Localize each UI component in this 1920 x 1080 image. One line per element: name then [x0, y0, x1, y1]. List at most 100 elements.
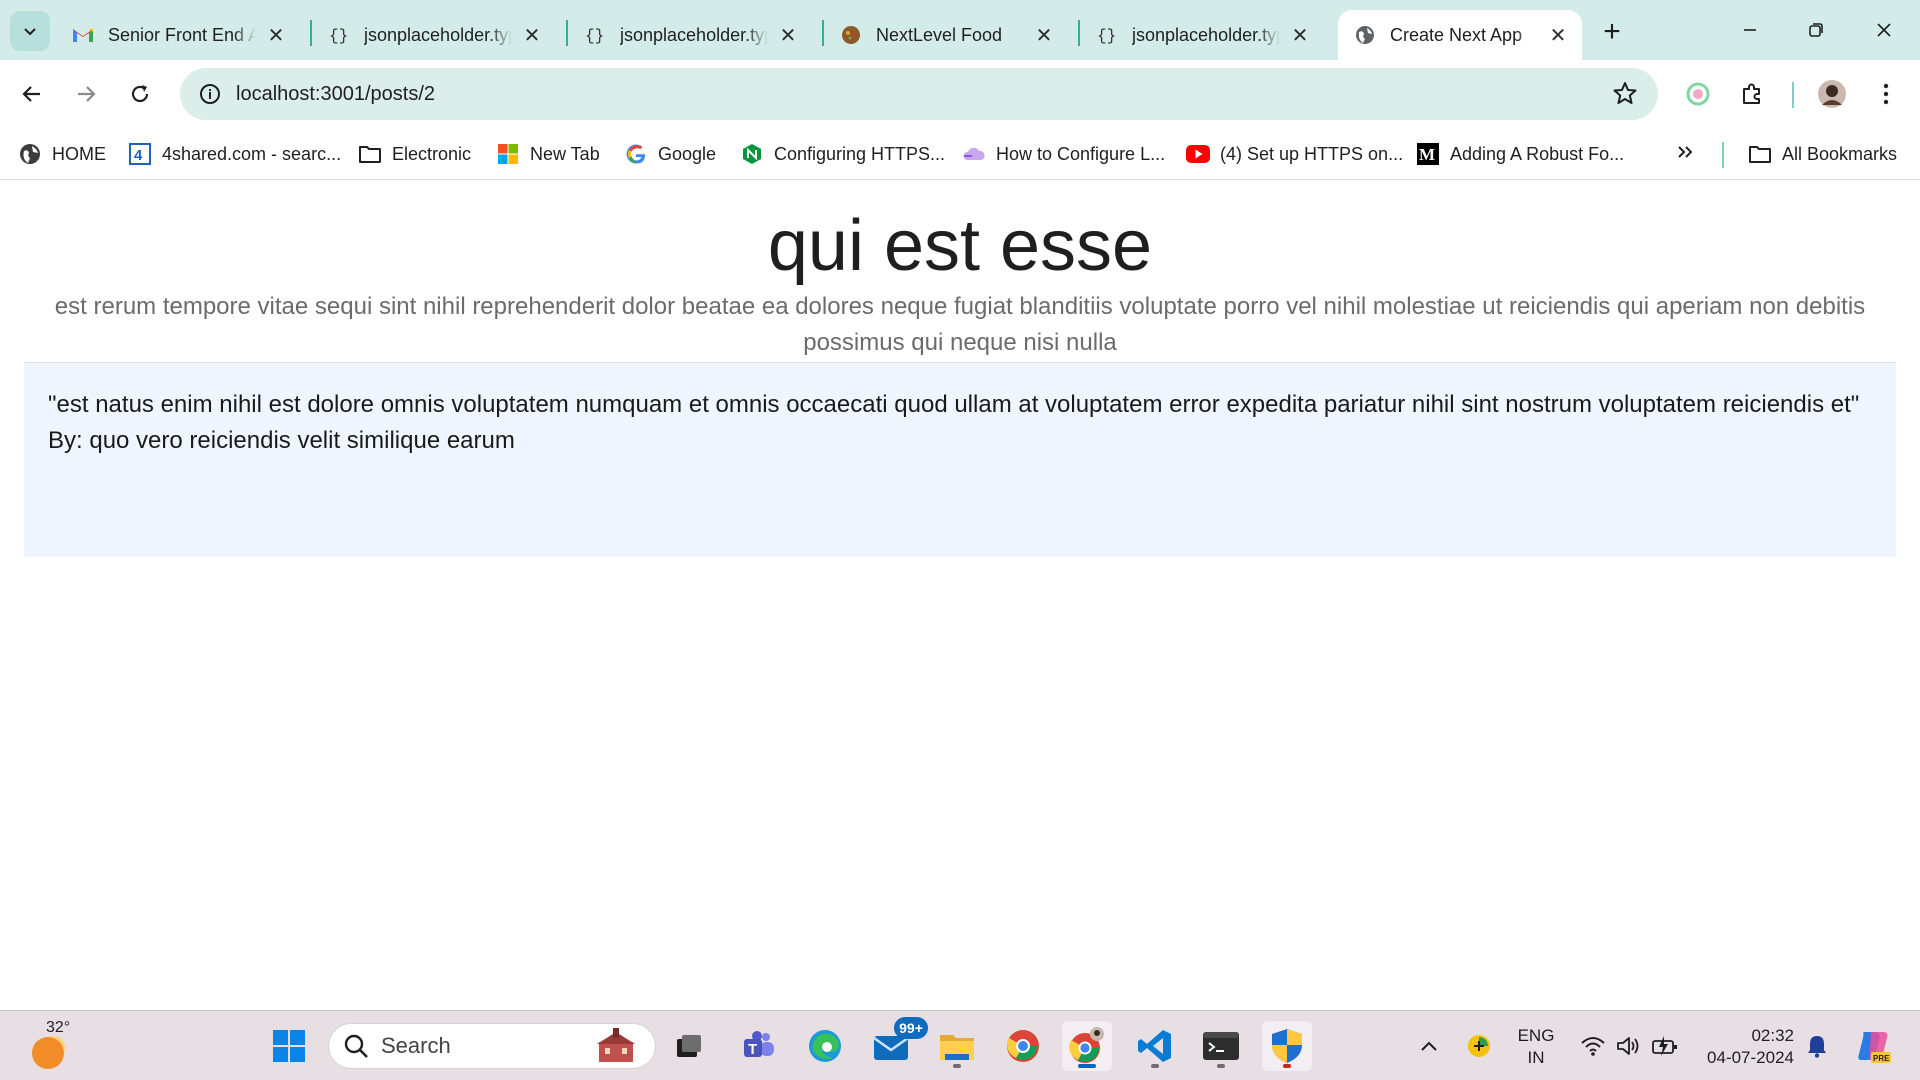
windows-logo-icon: [496, 142, 520, 166]
svg-text:{}: {}: [1097, 27, 1116, 45]
bookmark-new-tab[interactable]: New Tab: [496, 138, 600, 170]
reload-icon: [131, 85, 149, 103]
bookmark-star-icon[interactable]: [1612, 80, 1638, 111]
gmail-icon: [72, 24, 94, 46]
edge-app[interactable]: [800, 1021, 850, 1071]
close-icon[interactable]: ✕: [266, 25, 286, 47]
food-icon: [840, 24, 862, 46]
language-region: IN: [1527, 1048, 1545, 1067]
chrome-profile-app[interactable]: [1062, 1021, 1112, 1071]
folder-icon: [358, 142, 382, 166]
tab-create-next-app[interactable]: Create Next App ✕: [1338, 10, 1582, 60]
url-text[interactable]: localhost:3001/posts/2: [236, 83, 435, 106]
notifications-button[interactable]: [1800, 1019, 1834, 1073]
security-app[interactable]: [1262, 1021, 1312, 1071]
tab-jsonplaceholder-3[interactable]: {} jsonplaceholder.typicode.com ✕: [1080, 10, 1324, 60]
input-language-indicator[interactable]: ENG IN: [1514, 1025, 1558, 1069]
bookmarks-separator: [1722, 142, 1724, 168]
bookmark-home[interactable]: HOME: [18, 138, 106, 170]
tab-strip: Senior Front End A ✕ {} jsonplaceholder.…: [0, 0, 1920, 60]
comment-author: By: quo vero reiciendis velit similique …: [48, 427, 515, 454]
folder-icon: [1748, 142, 1772, 166]
battery-status[interactable]: [1648, 1019, 1682, 1073]
minimize-icon: [1744, 29, 1756, 31]
folder-yellow-icon: [940, 1035, 974, 1060]
all-bookmarks-label: All Bookmarks: [1782, 143, 1898, 164]
windows-taskbar: 32° Search T 99+ ENG IN 02:32 04-07-2024…: [0, 1010, 1920, 1080]
mail-unread-badge: 99+: [894, 1017, 928, 1039]
vscode-icon: [1138, 1030, 1171, 1062]
bookmark-label: HOME: [52, 143, 106, 164]
arrow-left-icon: [22, 86, 40, 102]
volume-status[interactable]: [1612, 1019, 1646, 1073]
teams-app[interactable]: T: [734, 1021, 784, 1071]
tab-gmail[interactable]: Senior Front End A ✕: [56, 10, 300, 60]
running-indicator: [953, 1064, 961, 1068]
copilot-button[interactable]: PRE: [1852, 1019, 1894, 1073]
task-view-button[interactable]: [664, 1021, 714, 1071]
browser-menu-button[interactable]: [1866, 74, 1906, 114]
extension-colorful-icon[interactable]: [1678, 74, 1718, 114]
close-icon: [1877, 23, 1891, 37]
tab-jsonplaceholder-1[interactable]: {} jsonplaceholder.typicode.com ✕: [312, 10, 556, 60]
bookmarks-overflow-button[interactable]: [1676, 138, 1694, 170]
teams-icon: T: [744, 1031, 774, 1058]
close-icon[interactable]: ✕: [1548, 25, 1568, 47]
running-indicator: [1217, 1064, 1225, 1068]
profile-avatar[interactable]: [1812, 74, 1852, 114]
clock[interactable]: 02:32 04-07-2024: [1698, 1025, 1794, 1069]
tab-search-button[interactable]: [10, 11, 50, 51]
back-button[interactable]: [12, 74, 52, 114]
jsonplaceholder-icon: {}: [1096, 24, 1118, 46]
address-bar[interactable]: localhost:3001/posts/2: [180, 68, 1658, 120]
restore-button[interactable]: [1786, 6, 1846, 54]
chrome-app[interactable]: [998, 1021, 1048, 1071]
bookmark-how-to-configure[interactable]: How to Configure L...: [962, 138, 1165, 170]
browser-toolbar: localhost:3001/posts/2: [0, 60, 1920, 128]
file-explorer-app[interactable]: [932, 1021, 982, 1071]
weather-widget[interactable]: 32°: [28, 1019, 88, 1075]
bookmark-label: Adding A Robust Fo...: [1450, 143, 1625, 164]
tray-app-button[interactable]: [1462, 1019, 1496, 1073]
arrow-right-icon: [78, 86, 96, 102]
site-info-icon[interactable]: [184, 68, 236, 120]
svg-text:4: 4: [134, 147, 143, 164]
taskbar-search[interactable]: Search: [328, 1023, 656, 1069]
edge-icon: [809, 1030, 841, 1062]
bookmark-medium-robust[interactable]: M Adding A Robust Fo...: [1416, 138, 1624, 170]
start-button[interactable]: [264, 1021, 314, 1071]
forward-button[interactable]: [66, 74, 106, 114]
minimize-button[interactable]: [1720, 6, 1780, 54]
bookmark-4shared[interactable]: 4 4shared.com - searc...: [128, 138, 341, 170]
close-icon[interactable]: ✕: [522, 25, 542, 47]
close-icon[interactable]: ✕: [1290, 25, 1310, 47]
tab-title: jsonplaceholder.typicode.com: [620, 24, 768, 45]
tab-title: Senior Front End A: [108, 24, 256, 45]
mail-app[interactable]: 99+: [866, 1017, 928, 1071]
battery-charging-icon: [1652, 1036, 1677, 1056]
globe-icon: [1354, 24, 1376, 46]
close-icon[interactable]: ✕: [778, 25, 798, 47]
show-hidden-icons-button[interactable]: [1414, 1019, 1444, 1073]
vscode-app[interactable]: [1130, 1021, 1180, 1071]
reload-button[interactable]: [120, 74, 160, 114]
bookmark-google[interactable]: Google: [624, 138, 716, 170]
extensions-puzzle-icon[interactable]: [1732, 74, 1772, 114]
terminal-app[interactable]: [1196, 1021, 1246, 1071]
wifi-icon: [1581, 1037, 1605, 1056]
new-tab-button[interactable]: +: [1592, 12, 1632, 52]
wifi-status[interactable]: [1576, 1019, 1610, 1073]
tab-nextlevel-food[interactable]: NextLevel Food ✕: [824, 10, 1068, 60]
tab-jsonplaceholder-2[interactable]: {} jsonplaceholder.typicode.com ✕: [568, 10, 812, 60]
chrome-profile-icon: [1069, 1027, 1104, 1063]
google-icon: [624, 142, 648, 166]
close-window-button[interactable]: [1854, 6, 1914, 54]
active-indicator: [1078, 1064, 1096, 1068]
bookmark-electronic-folder[interactable]: Electronic: [358, 138, 471, 170]
weather-temp: 32°: [46, 1019, 71, 1036]
bookmark-youtube-https[interactable]: (4) Set up HTTPS on...: [1186, 138, 1403, 170]
close-icon[interactable]: ✕: [1034, 25, 1054, 47]
bookmark-configuring-https[interactable]: Configuring HTTPS...: [740, 138, 945, 170]
all-bookmarks-button[interactable]: All Bookmarks: [1748, 138, 1897, 170]
jsonplaceholder-icon: {}: [328, 24, 350, 46]
